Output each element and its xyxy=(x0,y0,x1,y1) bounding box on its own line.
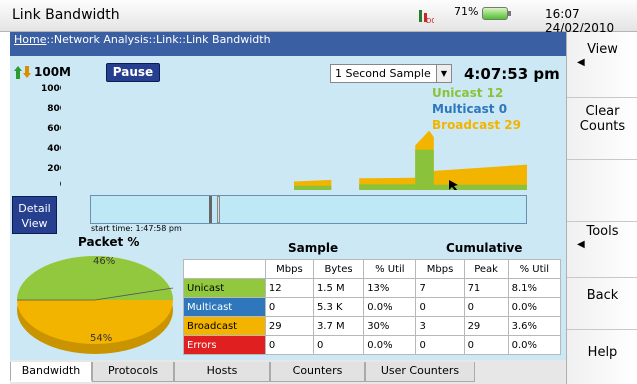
table-cell: 0 xyxy=(463,297,509,317)
row-label: Errors xyxy=(183,335,266,355)
timeline-end-handle[interactable] xyxy=(217,196,220,223)
timeline-start-handle[interactable] xyxy=(209,196,212,223)
pie-label-bottom: 54% xyxy=(90,333,113,344)
y-tick-label: 1000 xyxy=(40,84,66,94)
tools-label: Tools xyxy=(586,224,619,239)
bandwidth-chart: Unicast 12 Multicast 0 Broadcast 29 xyxy=(61,84,527,190)
sample-interval-select[interactable]: 1 Second Sample ▼ xyxy=(330,64,452,83)
sample-interval-value: 1 Second Sample xyxy=(335,67,431,80)
row-label: Multicast xyxy=(183,297,266,317)
table-cell: 0 xyxy=(312,335,365,355)
detail-view-button[interactable]: Detail View xyxy=(12,196,57,234)
app-title: Link Bandwidth xyxy=(12,7,120,23)
battery-icon xyxy=(482,7,511,20)
table-cell: 0.0% xyxy=(507,335,562,355)
clear-label-2: Counts xyxy=(579,119,626,134)
clock: 16:07 24/02/2010 xyxy=(545,7,615,35)
empty-menu-slot xyxy=(567,160,637,222)
table-cell: 0.0% xyxy=(363,335,417,355)
link-speed-icon xyxy=(14,66,31,79)
table-cell: 7 xyxy=(415,278,465,298)
pie-label-top: 46% xyxy=(93,256,116,267)
side-menu: View ◀ Clear Counts Tools ◀ Back Help xyxy=(566,32,637,384)
chevron-down-icon[interactable]: ▼ xyxy=(436,65,451,82)
table-row: Unicast 12 1.5 M 13% 7 71 8.1% xyxy=(183,278,562,298)
detail-view-label-1: Detail xyxy=(18,202,51,215)
table-row: Errors 0 0 0.0% 0 0 0.0% xyxy=(183,335,562,355)
column-header: % Util xyxy=(363,259,417,279)
table-cell: 29 xyxy=(264,316,314,336)
table-cell: 71 xyxy=(463,278,509,298)
table-cell: 0 xyxy=(415,335,465,355)
chevron-left-icon: ◀ xyxy=(577,239,585,250)
legend-entry: Broadcast 29 xyxy=(432,118,521,132)
table-cell: 0.0% xyxy=(363,297,417,317)
table-cell: 8.1% xyxy=(507,278,562,298)
table-row: Multicast 0 5.3 K 0.0% 0 0 0.0% xyxy=(183,297,562,317)
clear-label-1: Clear xyxy=(585,104,620,119)
breadcrumb-home-link[interactable]: Home xyxy=(14,33,46,46)
table-cell: 0 xyxy=(463,335,509,355)
table-cell: 3.7 M xyxy=(312,316,365,336)
y-tick-label: 800 xyxy=(47,104,66,114)
start-time: start time: 1:47:58 pm xyxy=(91,224,182,233)
battery-percent: 71% xyxy=(454,5,479,18)
row-label: Broadcast xyxy=(183,316,266,336)
timeline-scrollbar[interactable] xyxy=(90,195,527,224)
legend-entry: Unicast 12 xyxy=(432,86,503,100)
table-cell: 3.6% xyxy=(507,316,562,336)
tools-button[interactable]: Tools ◀ xyxy=(567,222,637,278)
table-cell: 1.5 M xyxy=(312,278,365,298)
table-cell: 0.0% xyxy=(507,297,562,317)
y-tick-label: 200 xyxy=(47,164,66,174)
view-label: View xyxy=(587,42,618,57)
help-button[interactable]: Help xyxy=(567,330,637,384)
title-bar: Link Bandwidth DC 71% 16:07 24/02/2010 xyxy=(0,0,637,35)
current-time: 4:07:53 pm xyxy=(464,65,560,83)
breadcrumb: Home::Network Analysis::Link::Link Bandw… xyxy=(10,32,566,56)
y-tick-label: 0 xyxy=(22,180,66,190)
legend-entry: Multicast 0 xyxy=(432,102,507,116)
svg-text:DC: DC xyxy=(426,17,434,24)
detail-view-label-2: View xyxy=(21,217,48,230)
stats-table: Mbps Bytes % Util Mbps Peak % Util Unica… xyxy=(183,259,562,355)
table-cell: 5.3 K xyxy=(312,297,365,317)
column-header: Bytes xyxy=(312,259,365,279)
column-header: Peak xyxy=(463,259,509,279)
tab-hosts[interactable]: Hosts xyxy=(174,362,270,382)
column-header: Mbps xyxy=(264,259,314,279)
column-header xyxy=(183,259,266,279)
column-header: % Util xyxy=(507,259,562,279)
table-cell: 0 xyxy=(264,335,314,355)
y-tick-label: 400 xyxy=(47,144,66,154)
tab-counters[interactable]: Counters xyxy=(270,362,365,382)
chevron-left-icon: ◀ xyxy=(577,57,585,68)
table-cell: 12 xyxy=(264,278,314,298)
tab-bandwidth[interactable]: Bandwidth xyxy=(10,362,92,382)
clear-counts-button[interactable]: Clear Counts xyxy=(567,98,637,160)
tab-protocols[interactable]: Protocols xyxy=(92,362,174,382)
table-cell: 3 xyxy=(415,316,465,336)
table-header-row: Mbps Bytes % Util Mbps Peak % Util xyxy=(183,259,562,279)
table-cell: 29 xyxy=(463,316,509,336)
breadcrumb-path: ::Network Analysis::Link::Link Bandwidth xyxy=(46,33,271,46)
table-cell: 0 xyxy=(264,297,314,317)
row-label: Unicast xyxy=(183,278,266,298)
sample-title: Sample xyxy=(288,241,339,255)
packet-percent-title: Packet % xyxy=(78,235,140,249)
back-button[interactable]: Back xyxy=(567,278,637,330)
table-cell: 30% xyxy=(363,316,417,336)
table-cell: 0 xyxy=(415,297,465,317)
tab-bar: Bandwidth Protocols Hosts Counters User … xyxy=(10,360,566,384)
network-status-icon: DC xyxy=(419,10,434,24)
link-speed: 100M xyxy=(34,65,71,79)
view-button[interactable]: View ◀ xyxy=(567,32,637,98)
column-header: Mbps xyxy=(415,259,465,279)
pause-button[interactable]: Pause xyxy=(106,63,160,82)
table-row: Broadcast 29 3.7 M 30% 3 29 3.6% xyxy=(183,316,562,336)
cumulative-title: Cumulative xyxy=(446,241,523,255)
tab-user-counters[interactable]: User Counters xyxy=(365,362,475,382)
table-cell: 13% xyxy=(363,278,417,298)
y-tick-label: 600 xyxy=(47,124,66,134)
